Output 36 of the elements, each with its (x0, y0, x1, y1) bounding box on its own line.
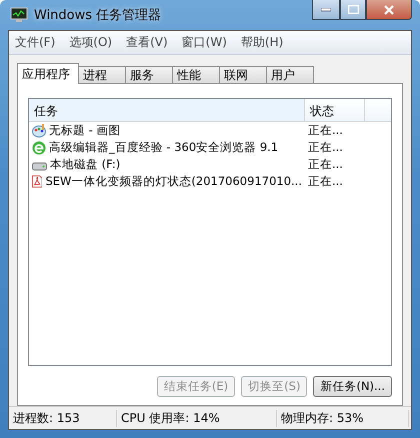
monitor-icon (10, 7, 28, 23)
browser-icon (32, 140, 46, 154)
menu-item[interactable]: 窗口(W) (182, 34, 227, 51)
tab[interactable]: 应用程序 (17, 63, 79, 84)
maximize-button[interactable] (340, 0, 366, 20)
column-header[interactable]: 任务 (29, 99, 305, 121)
close-icon (384, 4, 394, 14)
menu-item[interactable]: 文件(F) (15, 34, 56, 51)
task-status: 正在... (308, 174, 343, 189)
maximize-icon (348, 5, 358, 14)
tab[interactable]: 服务 (125, 66, 173, 84)
pdf-icon (32, 174, 42, 189)
minimize-icon (321, 8, 331, 12)
task-name[interactable]: SEW一体化变频器的灯状态(2017060917010... (45, 174, 302, 189)
task-name[interactable]: 无标题 - 画图 (49, 123, 120, 138)
tab[interactable]: 用户 (266, 66, 314, 84)
palette-icon (32, 124, 46, 138)
status-text: CPU 使用率: 14% (117, 410, 277, 426)
task-status: 正在... (308, 157, 343, 172)
tab[interactable]: 性能 (172, 66, 220, 84)
tab[interactable]: 联网 (219, 66, 267, 84)
task-status: 正在... (308, 140, 343, 155)
status-text: 物理内存: 53% (277, 410, 409, 426)
action-button[interactable]: 新任务(N)... (313, 376, 392, 397)
close-button[interactable] (366, 0, 412, 20)
menu-item[interactable]: 查看(V) (126, 34, 168, 51)
task-name[interactable]: 高级编辑器_百度经验 - 360安全浏览器 9.1 (49, 140, 278, 155)
menu-item[interactable]: 帮助(H) (240, 34, 284, 51)
minimize-button[interactable] (312, 0, 340, 20)
task-name[interactable]: 本地磁盘 (F:) (50, 157, 120, 172)
tab[interactable]: 进程 (78, 66, 126, 84)
task-status: 正在... (308, 123, 343, 138)
window-title: Windows 任务管理器 (34, 7, 162, 24)
menu-item[interactable]: 选项(O) (69, 34, 112, 51)
column-header[interactable]: 状态 (305, 99, 365, 121)
status-text: 进程数: 153 (9, 410, 117, 426)
